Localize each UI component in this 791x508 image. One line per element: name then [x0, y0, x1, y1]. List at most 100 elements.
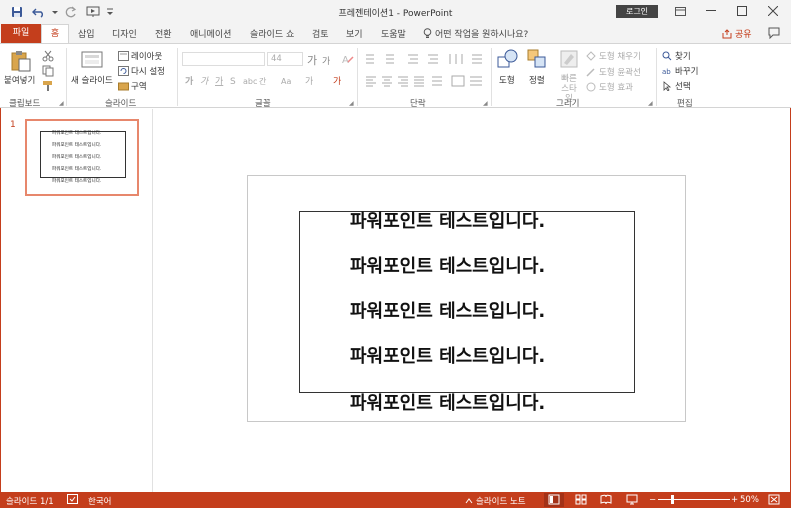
- svg-text:ab: ab: [662, 68, 671, 76]
- normal-view-icon: [548, 494, 560, 505]
- slide-text-line[interactable]: 파워포인트 테스트입니다.: [350, 207, 545, 233]
- tab-insert[interactable]: 삽입: [78, 27, 95, 40]
- tab-slideshow[interactable]: 슬라이드 쇼: [250, 27, 294, 40]
- cursor-icon: [663, 81, 672, 91]
- paragraph-format-row-2[interactable]: [364, 74, 488, 91]
- paragraph-format-row-1[interactable]: [364, 52, 488, 69]
- paragraph-launcher[interactable]: ◢: [483, 100, 488, 107]
- clipboard-paste-icon: [11, 51, 31, 72]
- reading-view-button[interactable]: [600, 494, 612, 508]
- tab-animations[interactable]: 애니메이션: [190, 27, 231, 40]
- fit-to-window-button[interactable]: [768, 494, 780, 508]
- group-divider: [357, 48, 358, 106]
- layout-icon: [118, 51, 129, 61]
- section-icon: [118, 82, 129, 91]
- slideshow-view-button[interactable]: [626, 494, 638, 508]
- arrange-label: 정렬: [529, 76, 545, 86]
- font-size-select[interactable]: 44: [267, 52, 303, 66]
- replace-label: 바꾸기: [675, 67, 699, 77]
- tab-transitions[interactable]: 전환: [155, 27, 172, 40]
- minimize-button[interactable]: [697, 3, 725, 19]
- reset-label: 다시 설정: [131, 67, 165, 77]
- shape-outline-button[interactable]: 도형 윤곽선: [586, 66, 641, 78]
- tell-me-text: 어떤 작업을 원하시나요?: [435, 30, 529, 40]
- copy-icon: [42, 65, 54, 77]
- slide-sorter-view-button[interactable]: [575, 494, 587, 508]
- group-divider: [66, 48, 67, 106]
- new-slide-label: 새 슬라이드: [71, 76, 113, 86]
- select-button[interactable]: 선택: [662, 80, 691, 92]
- arrange-button[interactable]: [527, 49, 547, 72]
- shape-effects-label: 도형 효과: [599, 83, 633, 93]
- clipboard-launcher[interactable]: ◢: [59, 100, 64, 107]
- svg-text:가: 가: [200, 76, 210, 87]
- zoom-slider-track[interactable]: [658, 499, 730, 500]
- tab-home[interactable]: 홈: [41, 24, 69, 43]
- svg-text:가: 가: [333, 76, 341, 87]
- tab-view[interactable]: 보기: [346, 27, 363, 40]
- close-button[interactable]: [759, 3, 787, 19]
- shape-effects-button[interactable]: 도형 효과: [586, 81, 633, 93]
- normal-view-button[interactable]: [544, 493, 564, 507]
- font-launcher[interactable]: ◢: [349, 100, 354, 107]
- font-family-select[interactable]: [182, 52, 265, 66]
- tell-me-search[interactable]: 어떤 작업을 원하시나요?: [423, 27, 528, 40]
- replace-button[interactable]: ab 바꾸기: [662, 65, 698, 77]
- spelling-status-button[interactable]: [67, 494, 78, 507]
- group-divider: [177, 48, 178, 106]
- quick-styles-button[interactable]: [559, 49, 579, 72]
- notes-button[interactable]: 슬라이드 노트: [465, 495, 526, 507]
- zoom-in-button[interactable]: +: [731, 495, 738, 505]
- zoom-out-button[interactable]: −: [649, 495, 656, 505]
- tab-review[interactable]: 검토: [312, 27, 329, 40]
- shapes-button[interactable]: [497, 49, 519, 72]
- svg-text:가: 가: [215, 76, 223, 87]
- slide-text-line[interactable]: 파워포인트 테스트입니다.: [350, 389, 545, 415]
- clear-formatting-button[interactable]: A: [342, 53, 354, 68]
- grow-font-button[interactable]: 가: [307, 52, 317, 68]
- shape-outline-label: 도형 윤곽선: [599, 68, 641, 78]
- shrink-font-button[interactable]: 가: [322, 54, 330, 67]
- svg-text:A: A: [342, 55, 349, 65]
- shape-fill-button[interactable]: 도형 채우기: [586, 50, 641, 62]
- share-button[interactable]: 공유: [722, 27, 752, 40]
- ribbon-display-options-button[interactable]: [666, 3, 694, 19]
- find-button[interactable]: 찾기: [662, 50, 691, 62]
- share-icon: [722, 28, 732, 38]
- notes-icon: [465, 498, 473, 504]
- zoom-slider-thumb[interactable]: [671, 495, 674, 504]
- tab-design[interactable]: 디자인: [112, 27, 137, 40]
- arrange-icon: [527, 49, 546, 68]
- slide-text-line[interactable]: 파워포인트 테스트입니다.: [350, 252, 545, 278]
- layout-button[interactable]: 레이아웃: [118, 50, 162, 62]
- language-indicator[interactable]: 한국어: [88, 495, 111, 507]
- font-format-row[interactable]: 가 가 가 S abc 간 Aa 가 가: [183, 74, 363, 91]
- tab-file[interactable]: 파일: [1, 24, 41, 43]
- slide-text-line[interactable]: 파워포인트 테스트입니다.: [350, 297, 545, 323]
- paste-button[interactable]: [10, 50, 32, 75]
- zoom-level[interactable]: 50%: [740, 495, 759, 505]
- slide-thumbnail[interactable]: 파워포인트 테스트입니다. 파워포인트 테스트입니다. 파워포인트 테스트입니다…: [25, 119, 139, 196]
- login-button[interactable]: 로그인: [616, 5, 658, 18]
- tab-help[interactable]: 도움말: [381, 27, 406, 40]
- reset-button[interactable]: 다시 설정: [118, 65, 165, 77]
- pen-icon: [586, 68, 595, 77]
- svg-text:가: 가: [305, 76, 313, 87]
- effects-icon: [586, 82, 596, 92]
- drawing-launcher[interactable]: ◢: [648, 100, 653, 107]
- maximize-icon: [737, 6, 747, 16]
- maximize-button[interactable]: [728, 3, 756, 19]
- drawing-group-label: 그리기: [556, 99, 580, 109]
- section-button[interactable]: 구역: [118, 80, 147, 92]
- svg-text:S: S: [230, 77, 236, 87]
- thumbnail-text-line: 파워포인트 테스트입니다.: [52, 179, 102, 184]
- collapse-ribbon-button[interactable]: [768, 27, 780, 42]
- section-label: 구역: [131, 82, 147, 92]
- cut-button[interactable]: [42, 50, 54, 65]
- new-slide-button[interactable]: [81, 50, 103, 73]
- select-label: 선택: [675, 82, 691, 92]
- format-painter-button[interactable]: [42, 80, 54, 95]
- replace-icon: ab: [662, 68, 671, 76]
- copy-button[interactable]: [42, 65, 54, 80]
- slide-text-line[interactable]: 파워포인트 테스트입니다.: [350, 342, 545, 368]
